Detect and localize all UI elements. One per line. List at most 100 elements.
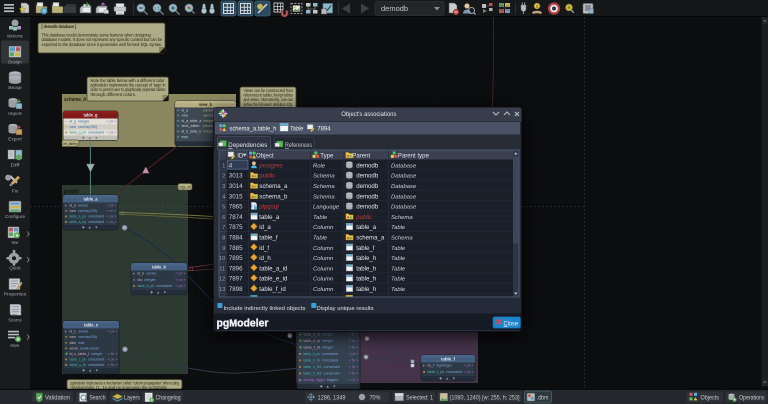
- svg-text:id_a: id_a: [259, 224, 271, 231]
- svg-text:●: ●: [65, 125, 67, 129]
- svg-text:public: public: [259, 173, 275, 180]
- svg-text:name: name: [70, 208, 77, 213]
- svg-text:6: 6: [222, 215, 225, 221]
- svg-text:table_c: table_c: [84, 322, 99, 327]
- svg-text:schema_a: schema_a: [259, 183, 288, 190]
- svg-text:Table: Table: [391, 266, 406, 272]
- svg-text:table_h: table_h: [356, 265, 376, 272]
- svg-text:schema_a: schema_a: [356, 235, 385, 242]
- svg-text:constraint: constraint: [88, 214, 105, 219]
- svg-text:« pk »: « pk »: [107, 204, 117, 208]
- svg-text:constraint: constraint: [156, 283, 173, 288]
- svg-text:« 01 »: « 01 »: [349, 378, 359, 382]
- svg-text:(1080, 1240) [w: 255, h: 253]: (1080, 1240) [w: 255, h: 253]: [450, 394, 520, 401]
- svg-text:Welcome: Welcome: [7, 34, 23, 40]
- svg-text:✚ ▲ ▼: ✚ ▲ ▼: [82, 226, 99, 230]
- svg-text:pgModeler: pgModeler: [217, 318, 270, 330]
- svg-text:■: ■: [133, 284, 135, 288]
- svg-text:« pk »: « pk »: [108, 358, 118, 362]
- svg-text:« fk »: « fk »: [108, 363, 118, 367]
- svg-text:Column: Column: [313, 256, 334, 262]
- svg-text:table_a_id: table_a_id: [304, 332, 321, 337]
- svg-text:Display unique results: Display unique results: [317, 306, 374, 312]
- svg-text:id_g: id_g: [70, 119, 77, 124]
- svg-text:id_f: id_f: [428, 363, 436, 368]
- svg-text:Table: Table: [313, 215, 328, 221]
- svg-text:table_h: table_h: [356, 255, 376, 262]
- svg-text:Changelog: Changelog: [156, 394, 181, 401]
- svg-text:email: email: [70, 345, 78, 350]
- svg-text:integer: integer: [322, 345, 334, 350]
- svg-text:constraint: constraint: [88, 219, 105, 224]
- svg-text:table_f: table_f: [441, 356, 456, 361]
- svg-text:Selected: 1: Selected: 1: [406, 394, 433, 401]
- svg-text:▸: ▸: [133, 272, 135, 276]
- svg-text:id_a_table_a: id_a_table_a: [182, 118, 203, 123]
- svg-text:« pk »: « pk »: [108, 330, 118, 334]
- svg-text:« fk »: « fk »: [349, 339, 359, 343]
- svg-text:Schema: Schema: [313, 194, 335, 200]
- svg-text:serial: serial: [78, 329, 88, 334]
- svg-text:✚ ▲ ▼: ✚ ▲ ▼: [320, 385, 337, 389]
- svg-text:constraint: constraint: [324, 371, 341, 376]
- svg-text:Table: Table: [290, 125, 304, 132]
- svg-text:Database: Database: [391, 163, 417, 169]
- svg-text:Validation: Validation: [45, 394, 70, 401]
- svg-text:Layers: Layers: [124, 394, 140, 401]
- svg-text:« fk »: « fk »: [349, 365, 359, 369]
- svg-text:12: 12: [219, 277, 225, 283]
- svg-text:■: ■: [65, 220, 67, 224]
- svg-text:dummy_trigger: dummy_trigger: [304, 377, 326, 382]
- svg-text:expr: expr: [182, 134, 189, 139]
- svg-text:3014: 3014: [229, 183, 243, 190]
- svg-text:date: date: [78, 340, 85, 345]
- svg-text:7865: 7865: [229, 204, 243, 211]
- svg-text:varchar(200): varchar(200): [78, 334, 98, 339]
- svg-text:3015: 3015: [229, 193, 243, 200]
- svg-text:trigger: trigger: [327, 377, 339, 382]
- svg-text:7898: 7898: [229, 286, 243, 293]
- svg-text:id_a: id_a: [70, 203, 77, 208]
- svg-text:« nn »: « nn »: [107, 209, 117, 213]
- svg-text:✚ ▲ ▼: ✚ ▲ ▼: [82, 136, 99, 140]
- svg-text:Table: Table: [391, 287, 406, 293]
- svg-text:name: name: [70, 334, 77, 339]
- svg-text:●: ●: [177, 130, 179, 134]
- svg-text:●: ●: [177, 135, 179, 139]
- svg-text:1286, 1349: 1286, 1349: [318, 394, 346, 401]
- svg-text:integer: integer: [322, 338, 334, 343]
- svg-text:constraint: constraint: [88, 130, 105, 135]
- svg-text:« pk »: « pk »: [349, 352, 359, 356]
- svg-text:table_f_pk: table_f_pk: [428, 369, 445, 374]
- svg-text:✚ ▲ ▼: ✚ ▲ ▼: [150, 290, 167, 294]
- svg-text:table_f_id: table_f_id: [304, 345, 321, 350]
- svg-text:■: ■: [299, 372, 301, 376]
- svg-text:« fk »: « fk »: [349, 359, 359, 363]
- svg-text:table_h: table_h: [356, 286, 376, 293]
- svg-text:varchar(250): varchar(250): [78, 124, 98, 129]
- svg-text:Table: Table: [391, 256, 406, 262]
- svg-text:table_b: table_b: [152, 264, 166, 269]
- svg-text:More: More: [11, 343, 20, 349]
- svg-text:▸: ▸: [65, 204, 67, 208]
- svg-text:●: ●: [133, 278, 135, 282]
- svg-text:New: New: [12, 240, 19, 246]
- svg-text:biginteger: biginteger: [436, 363, 453, 368]
- svg-text:« pk »: « pk »: [464, 370, 474, 374]
- svg-text:exported to the database since: exported to the database since it genera…: [42, 42, 163, 47]
- svg-text:table_h_fk2: table_h_fk2: [304, 371, 322, 376]
- svg-text:[ demodb database ]: [ demodb database ]: [42, 24, 77, 29]
- svg-text:id_c_table_f: id_c_table_f: [70, 351, 91, 356]
- svg-text:« pk »: « pk »: [176, 272, 186, 276]
- svg-text:Schema: Schema: [391, 215, 413, 221]
- svg-text:Database: Database: [391, 205, 417, 211]
- svg-text:postgres: postgres: [258, 162, 282, 169]
- svg-text:●: ●: [177, 124, 179, 128]
- svg-text:2: 2: [222, 174, 225, 180]
- svg-text:Source: Source: [8, 317, 22, 323]
- svg-text:id_h: id_h: [259, 255, 271, 262]
- svg-text:Fix: Fix: [12, 188, 19, 194]
- svg-text:name: name: [182, 113, 189, 118]
- svg-text:constraint: constraint: [324, 364, 341, 369]
- svg-text:■: ■: [299, 365, 301, 369]
